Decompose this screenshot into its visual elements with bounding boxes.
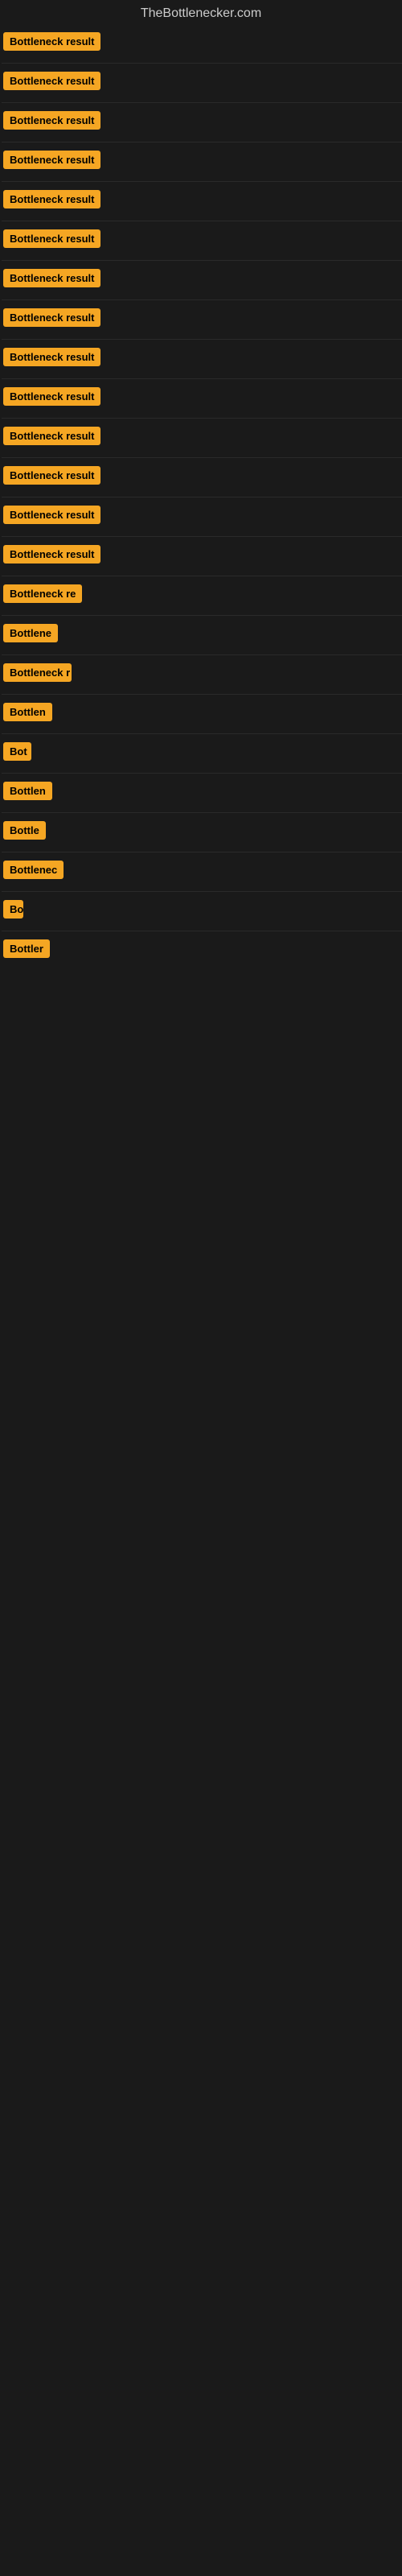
bars-container: Bottleneck result Bottleneck result Bottle…	[0, 24, 402, 970]
bottleneck-bar: Bottleneck r	[3, 663, 72, 682]
bar-row: Bottleneck result	[2, 419, 402, 458]
bar-row: Bottleneck r	[2, 655, 402, 695]
bottleneck-bar: Bottleneck result	[3, 111, 100, 130]
bar-row: Bottlenec	[2, 852, 402, 892]
bar-row: Bottleneck result	[2, 379, 402, 419]
bar-row: Bottleneck result	[2, 340, 402, 379]
bar-row: Bottleneck result	[2, 537, 402, 576]
bottleneck-bar: Bottlen	[3, 703, 52, 721]
bottleneck-bar: Bottlen	[3, 782, 52, 800]
bottleneck-bar: Bo	[3, 900, 23, 919]
bar-row: Bot	[2, 734, 402, 774]
bottleneck-bar: Bottleneck result	[3, 506, 100, 524]
bar-row: Bottleneck result	[2, 458, 402, 497]
bar-row: Bottleneck result	[2, 142, 402, 182]
bottleneck-bar: Bottleneck result	[3, 387, 100, 406]
bar-row: Bottle	[2, 813, 402, 852]
bottleneck-bar: Bottleneck result	[3, 427, 100, 445]
bottleneck-bar: Bottleneck result	[3, 229, 100, 248]
bar-row: Bottler	[2, 931, 402, 970]
bottleneck-bar: Bottleneck result	[3, 545, 100, 564]
bottleneck-bar: Bottleneck result	[3, 348, 100, 366]
bottleneck-bar: Bottleneck re	[3, 584, 82, 603]
bar-row: Bottleneck result	[2, 221, 402, 261]
bar-row: Bottleneck re	[2, 576, 402, 616]
bar-row: Bottleneck result	[2, 497, 402, 537]
bottleneck-bar: Bottleneck result	[3, 466, 100, 485]
bottleneck-bar: Bottleneck result	[3, 32, 100, 51]
bar-row: Bo	[2, 892, 402, 931]
bottleneck-bar: Bottleneck result	[3, 190, 100, 208]
bottleneck-bar: Bottleneck result	[3, 72, 100, 90]
bottleneck-bar: Bottleneck result	[3, 269, 100, 287]
bar-row: Bottleneck result	[2, 64, 402, 103]
bottleneck-bar: Bottleneck result	[3, 151, 100, 169]
bar-row: Bottleneck result	[2, 182, 402, 221]
bottleneck-bar: Bottlene	[3, 624, 58, 642]
bar-row: Bottlen	[2, 774, 402, 813]
site-title: TheBottlenecker.com	[0, 0, 402, 24]
bottleneck-bar: Bottle	[3, 821, 46, 840]
bar-row: Bottlene	[2, 616, 402, 655]
bar-row: Bottleneck result	[2, 103, 402, 142]
bottleneck-bar: Bottleneck result	[3, 308, 100, 327]
bottleneck-bar: Bot	[3, 742, 31, 761]
bar-row: Bottleneck result	[2, 261, 402, 300]
bottleneck-bar: Bottlenec	[3, 861, 64, 879]
bar-row: Bottleneck result	[2, 300, 402, 340]
bar-row: Bottlen	[2, 695, 402, 734]
bar-row: Bottleneck result	[2, 24, 402, 64]
bottleneck-bar: Bottler	[3, 939, 50, 958]
